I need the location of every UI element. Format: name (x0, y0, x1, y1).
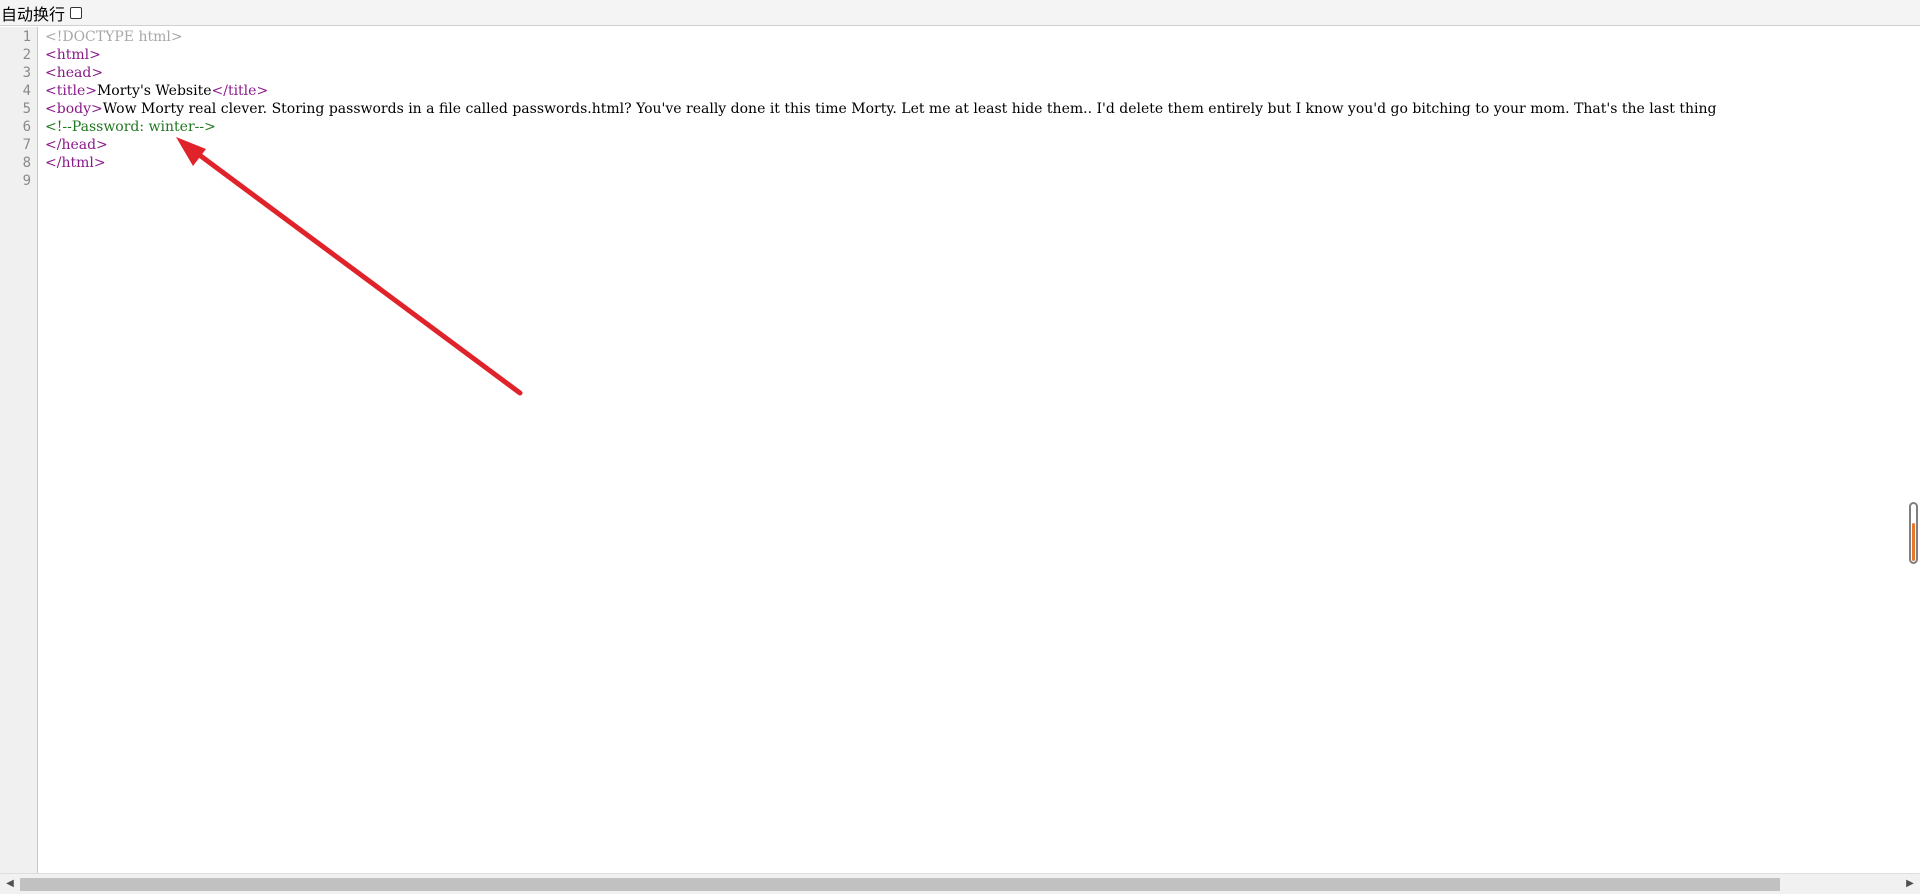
horizontal-scrollbar[interactable]: ◀ ▶ (0, 873, 1920, 894)
code-token-comment: <!--Password: winter--> (45, 119, 216, 135)
horizontal-scroll-thumb[interactable] (20, 878, 1780, 891)
code-token-tag: <head> (45, 65, 104, 81)
code-line: <head> (45, 64, 103, 82)
code-line: <title>Morty's Website</title> (45, 82, 268, 100)
line-number: 4 (22, 83, 31, 99)
line-number: 8 (22, 155, 31, 171)
vertical-scroll-indicator[interactable] (1909, 502, 1918, 564)
line-number-gutter: 1 2 3 4 5 6 7 8 9 (0, 27, 38, 873)
line-number: 2 (22, 47, 31, 63)
code-line: </head> (45, 136, 108, 154)
line-number: 7 (22, 137, 31, 153)
code-line: <html> (45, 46, 101, 64)
code-token-text: Wow Morty real clever. Storing passwords… (102, 101, 1717, 117)
line-number: 9 (22, 173, 31, 189)
triangle-left-icon[interactable]: ◀ (3, 877, 17, 891)
code-token-doctype: <!DOCTYPE html> (45, 29, 183, 45)
triangle-right-icon[interactable]: ▶ (1903, 877, 1917, 891)
code-token-tag: <body> (45, 101, 103, 117)
code-token-tag: <html> (45, 47, 101, 63)
code-line: </html> (45, 154, 106, 172)
code-line: <!DOCTYPE html> (45, 28, 183, 46)
source-code-view[interactable]: <!DOCTYPE html> <html> <head> <title>Morty'… (45, 27, 1915, 873)
code-token-tag: </head> (45, 137, 108, 153)
code-line: <body>Wow Morty real clever. Storing pas… (45, 100, 1716, 118)
code-line: <!--Password: winter--> (45, 118, 216, 136)
code-token-tag: </html> (45, 155, 106, 171)
line-number: 3 (22, 65, 31, 81)
code-token-text: Morty's Website (96, 83, 212, 99)
word-wrap-checkbox[interactable] (70, 6, 83, 19)
code-token-tag: <title> (45, 83, 97, 99)
code-token-tag: </title> (211, 83, 269, 99)
word-wrap-label: 自动换行 (1, 4, 66, 24)
toolbar: 自动换行 (0, 0, 1920, 26)
line-number: 1 (22, 29, 31, 45)
line-number: 5 (22, 101, 31, 117)
line-number: 6 (22, 119, 31, 135)
scroll-indicator-fill (1912, 523, 1915, 561)
